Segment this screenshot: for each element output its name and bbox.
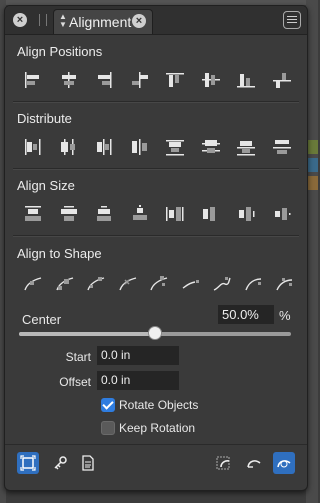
drag-handle[interactable]	[39, 14, 47, 26]
align-shape-distribute-icon[interactable]	[145, 272, 173, 296]
bg-color-swatch	[307, 158, 318, 172]
section-title-align-size: Align Size	[17, 178, 75, 193]
divider	[13, 235, 299, 237]
align-shape-start-icon[interactable]	[19, 272, 47, 296]
align-bottom-edge-icon[interactable]	[268, 68, 296, 92]
distribute-center-v-icon[interactable]	[197, 135, 225, 159]
keep-rotation-checkbox[interactable]	[101, 421, 115, 435]
align-positions-row	[19, 68, 293, 92]
distribute-bottom-icon[interactable]	[232, 135, 260, 159]
align-top-icon[interactable]	[161, 68, 189, 92]
start-label: Start	[65, 350, 91, 364]
size-width-avg-icon[interactable]	[90, 202, 118, 226]
distribute-space-h-icon[interactable]	[126, 135, 154, 159]
distribute-left-icon[interactable]	[19, 135, 47, 159]
document-icon[interactable]	[77, 452, 99, 474]
align-shape-center-icon[interactable]	[51, 272, 79, 296]
align-shape-arc-icon[interactable]	[240, 272, 268, 296]
offset-label: Offset	[59, 375, 91, 389]
align-shape-rotate-icon[interactable]	[114, 272, 142, 296]
align-right-icon[interactable]	[90, 68, 118, 92]
align-left-icon[interactable]	[19, 68, 47, 92]
size-width-min-icon[interactable]	[55, 202, 83, 226]
align-left-edge-icon[interactable]	[126, 68, 154, 92]
close-panel-icon[interactable]: ×	[13, 13, 27, 27]
align-shape-wave-icon[interactable]	[208, 272, 236, 296]
percent-unit: %	[279, 308, 291, 323]
distribute-right-icon[interactable]	[90, 135, 118, 159]
align-size-row	[19, 202, 293, 226]
offset-field[interactable]: 0.0 in	[97, 371, 179, 390]
size-width-max-icon[interactable]	[19, 202, 47, 226]
distribute-center-h-icon[interactable]	[55, 135, 83, 159]
start-field[interactable]: 0.0 in	[97, 346, 179, 365]
tab-title: Alignment	[69, 14, 132, 30]
artboard-bounds-icon[interactable]	[17, 452, 39, 474]
center-label: Center	[22, 312, 62, 327]
key-object-icon[interactable]	[49, 452, 71, 474]
bg-color-swatch	[307, 176, 318, 190]
align-to-shape-row	[19, 272, 293, 296]
align-shape-spread-icon[interactable]	[271, 272, 299, 296]
size-width-key-icon[interactable]	[126, 202, 154, 226]
align-shape-end-icon[interactable]	[82, 272, 110, 296]
distribute-row	[19, 135, 293, 159]
size-height-max-icon[interactable]	[161, 202, 189, 226]
distribute-space-v-icon[interactable]	[268, 135, 296, 159]
align-center-h-icon[interactable]	[55, 68, 83, 92]
rotate-objects-label: Rotate Objects	[119, 398, 199, 412]
slider-thumb[interactable]	[148, 326, 162, 340]
alignment-panel: × ▲ ▼ Alignment × Align Positions Distrib…	[4, 5, 308, 491]
section-title-align-to-shape: Align to Shape	[17, 246, 102, 261]
size-height-avg-icon[interactable]	[232, 202, 260, 226]
panel-menu-icon[interactable]	[283, 11, 301, 29]
size-height-key-icon[interactable]	[268, 202, 296, 226]
bg-color-swatch	[307, 140, 318, 154]
align-bottom-icon[interactable]	[232, 68, 260, 92]
align-center-v-icon[interactable]	[197, 68, 225, 92]
align-shape-flow-icon[interactable]	[177, 272, 205, 296]
size-height-min-icon[interactable]	[197, 202, 225, 226]
shape-bounds-icon[interactable]	[213, 452, 235, 474]
keep-rotation-label: Keep Rotation	[119, 421, 196, 435]
rotate-objects-checkbox[interactable]	[101, 398, 115, 412]
close-tab-icon[interactable]: ×	[132, 14, 146, 28]
center-percent-field[interactable]: 50.0%	[218, 305, 274, 324]
divider	[13, 101, 299, 103]
shape-path-icon[interactable]	[273, 452, 295, 474]
slider-fill	[19, 332, 155, 336]
distribute-top-icon[interactable]	[161, 135, 189, 159]
panel-tab-bar: × ▲ ▼ Alignment ×	[5, 6, 307, 35]
tab-alignment[interactable]: ▲ ▼ Alignment ×	[53, 9, 153, 34]
divider	[13, 168, 299, 170]
footer-divider	[5, 444, 307, 445]
shape-align-icon[interactable]	[243, 452, 265, 474]
tab-arrows-icon: ▲ ▼	[59, 12, 67, 29]
section-title-distribute: Distribute	[17, 111, 72, 126]
section-title-align-positions: Align Positions	[17, 44, 103, 59]
